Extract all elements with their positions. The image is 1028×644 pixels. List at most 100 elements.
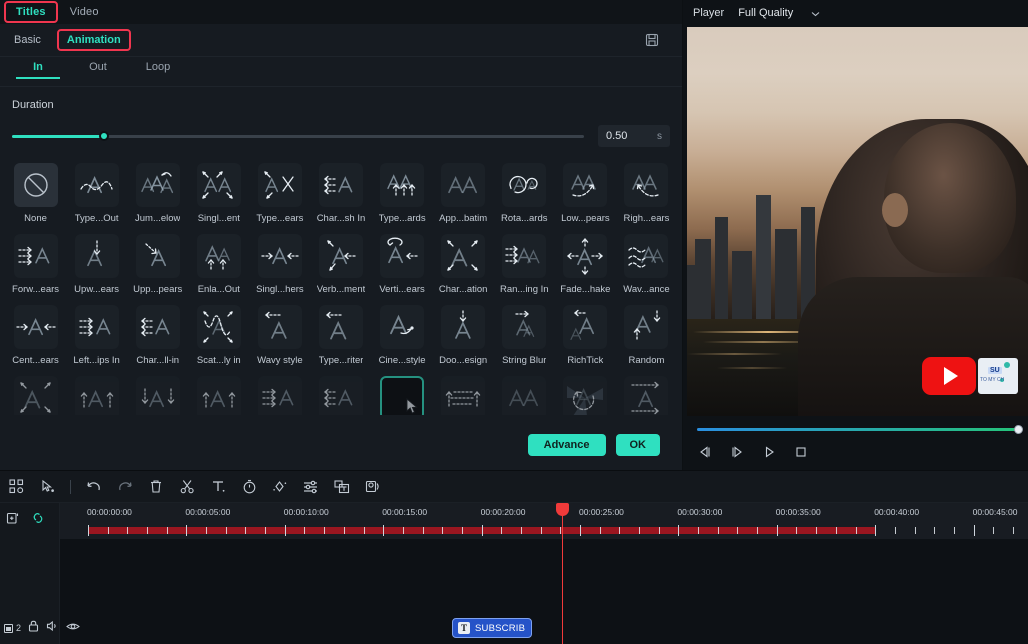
animation-preset[interactable]: Cine...style	[373, 305, 432, 366]
duration-input[interactable]: 0.50 s	[598, 125, 670, 147]
animation-preset[interactable]	[189, 376, 248, 415]
quality-selector[interactable]: Full Quality	[738, 4, 820, 22]
animation-preset[interactable]	[67, 376, 126, 415]
animation-preset[interactable]	[434, 376, 493, 415]
tab-out[interactable]: Out	[68, 57, 128, 79]
tab-animation[interactable]: Animation	[56, 29, 131, 51]
animation-preset[interactable]	[373, 376, 432, 415]
player-progress-knob[interactable]	[1014, 425, 1023, 434]
animation-preset[interactable]	[311, 376, 370, 415]
ruler-minor-tick	[442, 527, 444, 534]
animation-preset[interactable]: Low...pears	[556, 163, 615, 224]
animation-preset[interactable]: Type...ards	[373, 163, 432, 224]
trash-icon[interactable]	[146, 477, 166, 497]
playhead[interactable]	[556, 503, 569, 644]
animation-preset[interactable]: Type...ears	[250, 163, 309, 224]
animation-preset[interactable]: Verb...ment	[311, 234, 370, 295]
animation-preset-label: None	[24, 213, 47, 224]
youtube-subscribe-overlay[interactable]: SU TO MY CH	[922, 357, 1018, 395]
animation-preset[interactable]: Singl...ent	[189, 163, 248, 224]
animation-direction-tabs: In Out Loop	[0, 57, 682, 87]
save-disk-icon[interactable]	[642, 30, 662, 50]
ruler-major-tick	[875, 525, 877, 536]
speaker-icon[interactable]	[46, 619, 59, 637]
reveal-icon	[441, 376, 486, 415]
audio-stack-icon[interactable]	[363, 477, 383, 497]
animation-preset[interactable]: Singl...hers	[250, 234, 309, 295]
link-icon[interactable]	[30, 511, 46, 530]
animation-preset[interactable]: Rota...ards	[495, 163, 554, 224]
step-forward-icon[interactable]	[727, 442, 747, 462]
sliders-icon[interactable]	[301, 477, 321, 497]
animation-preset-label: Rota...ards	[501, 213, 548, 224]
animation-preset[interactable]: String Blur	[495, 305, 554, 366]
eye-icon[interactable]	[66, 619, 80, 637]
animation-preset[interactable]	[556, 376, 615, 415]
player-title: Player	[693, 7, 725, 19]
animation-preset[interactable]: Scat...ly in	[189, 305, 248, 366]
animation-preset[interactable]: Wavy style	[250, 305, 309, 366]
animation-preset[interactable]: Left...ips In	[67, 305, 126, 366]
tab-video[interactable]: Video	[60, 3, 109, 21]
animation-preset[interactable]	[6, 376, 65, 415]
animation-preset[interactable]: Cent...ears	[6, 305, 65, 366]
animation-preset[interactable]: Doo...esign	[434, 305, 493, 366]
title-box-icon[interactable]	[332, 477, 352, 497]
timeline-ruler[interactable]: 00:00:00:00 00:00:05:00 00:00:10:00 00:00:1…	[60, 503, 1028, 539]
cursor-select-icon[interactable]	[37, 477, 57, 497]
animation-preset[interactable]: Random	[617, 305, 676, 366]
redo-icon[interactable]	[115, 477, 135, 497]
tab-loop[interactable]: Loop	[128, 57, 188, 79]
animation-preset[interactable]	[495, 376, 554, 415]
player-progress-bar[interactable]	[697, 425, 1023, 434]
scissors-icon[interactable]	[177, 477, 197, 497]
duration-slider[interactable]	[12, 131, 584, 141]
tab-in[interactable]: In	[8, 57, 68, 79]
add-box-icon[interactable]	[6, 511, 20, 530]
timeline-clip-subscribe[interactable]: T SUBSCRIB	[452, 618, 533, 638]
tab-basic[interactable]: Basic	[6, 31, 49, 49]
animation-preset[interactable]: Type...Out	[67, 163, 126, 224]
toolbar-divider	[70, 479, 71, 494]
advance-button[interactable]: Advance	[527, 434, 606, 456]
stopwatch-icon[interactable]	[239, 477, 259, 497]
animation-preset[interactable]: Wav...ance	[617, 234, 676, 295]
up-two-arrows-icon	[74, 376, 119, 415]
undo-icon[interactable]	[84, 477, 104, 497]
animation-preset[interactable]: Fade...hake	[556, 234, 615, 295]
animation-preset[interactable]: Enla...Out	[189, 234, 248, 295]
text-t-icon[interactable]	[208, 477, 228, 497]
stop-icon[interactable]	[791, 442, 811, 462]
animation-preset[interactable]: Verti...ears	[373, 234, 432, 295]
timeline-track-area[interactable]	[60, 539, 1028, 644]
diamond-icon[interactable]	[270, 477, 290, 497]
tab-titles[interactable]: Titles	[4, 1, 58, 23]
animation-preset-label: Type...riter	[318, 355, 364, 366]
lock-icon[interactable]	[28, 619, 39, 637]
animation-preset[interactable]: RichTick	[556, 305, 615, 366]
animation-preset[interactable]: Upp...pears	[128, 234, 187, 295]
animation-preset[interactable]: Type...riter	[311, 305, 370, 366]
animation-preset[interactable]: Char...sh In	[311, 163, 370, 224]
animation-preset[interactable]: App...batim	[434, 163, 493, 224]
video-preview[interactable]: SU TO MY CH	[687, 27, 1028, 416]
play-icon[interactable]	[759, 442, 779, 462]
animation-preset[interactable]: Ran...ing In	[495, 234, 554, 295]
animation-preset[interactable]: Forw...ears	[6, 234, 65, 295]
animation-preset[interactable]: None	[6, 163, 65, 224]
duration-slider-knob[interactable]	[98, 131, 109, 141]
animation-preset[interactable]: Jum...elow	[128, 163, 187, 224]
animation-preset[interactable]	[250, 376, 309, 415]
animation-preset[interactable]	[617, 376, 676, 415]
animation-preset[interactable]: Upw...ears	[67, 234, 126, 295]
ok-button[interactable]: OK	[615, 434, 660, 456]
grid-icon[interactable]	[6, 477, 26, 497]
animation-preset[interactable]: Righ...ears	[617, 163, 676, 224]
animation-preset[interactable]	[128, 376, 187, 415]
step-back-icon[interactable]	[695, 442, 715, 462]
player-controls	[683, 418, 1028, 470]
animation-preset[interactable]: Char...ll-in	[128, 305, 187, 366]
playhead-handle[interactable]	[556, 503, 569, 516]
animation-preset[interactable]: Char...ation	[434, 234, 493, 295]
ruler-minor-tick	[698, 527, 700, 534]
